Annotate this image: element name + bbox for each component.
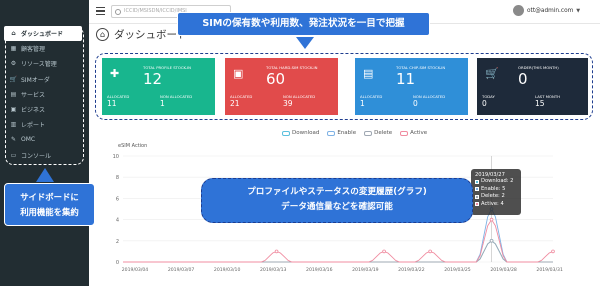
tooltip-row: Delete: 2 <box>475 193 517 201</box>
sidebar-callout-line1: サイドボードに <box>20 192 79 202</box>
page-title: ⌂ ダッシュボード <box>96 27 188 42</box>
x-tick-label: 2019/03/28 <box>490 267 517 273</box>
tooltip-swatch <box>475 187 479 192</box>
sidebar-callout: サイドボードに 利用機能を集約 <box>4 183 95 226</box>
tooltip-row-label: Enable: 5 <box>481 185 506 192</box>
y-tick-label: 8 <box>116 175 119 181</box>
chart-callout-line1: プロファイルやステータスの変更履歴(グラフ) <box>247 187 427 197</box>
tooltip-row-label: Delete: 2 <box>481 193 505 199</box>
series-line-download <box>123 240 553 263</box>
x-tick-label: 2019/03/10 <box>214 267 241 273</box>
sidebar: ⌂ ダッシュボード ▦ 顧客管理 ⚙ リソース管理 🛒 SIMオーダ ▤ サービス ▣ ビジネス ▥ レポ… <box>0 0 89 286</box>
y-tick-label: 2 <box>116 239 119 245</box>
tooltip-row: Enable: 5 <box>475 186 517 194</box>
data-point-active <box>489 217 494 222</box>
hamburger-menu-icon[interactable] <box>96 7 105 15</box>
tooltip-row-label: Active: 4 <box>481 200 504 207</box>
sidebar-highlight-frame <box>5 27 84 165</box>
legend-swatch <box>400 130 409 136</box>
side-callout-arrow <box>36 168 54 182</box>
chart-callout-line2: データ通信量などを確認可能 <box>281 202 393 212</box>
search-icon <box>115 9 121 15</box>
x-tick-label: 2019/03/25 <box>444 267 471 273</box>
avatar <box>513 5 524 16</box>
tooltip-swatch <box>475 179 479 184</box>
cards-callout-arrow <box>296 37 314 49</box>
x-tick-label: 2019/03/22 <box>398 267 425 273</box>
y-tick-label: 10 <box>113 154 119 160</box>
legend-item-3[interactable]: Active <box>400 130 427 136</box>
data-point-active <box>551 249 555 254</box>
cards-highlight-frame <box>95 53 593 120</box>
y-tick-label: 4 <box>116 218 119 224</box>
chart-tooltip: 2019/03/27 Download: 2 Enable: 5 Delete: 2… <box>471 169 521 215</box>
legend-item-1[interactable]: Enable <box>327 130 356 136</box>
legend-item-2[interactable]: Delete <box>364 130 392 136</box>
legend-label: Delete <box>374 130 393 136</box>
data-point-delete <box>489 239 494 243</box>
legend-swatch <box>327 130 336 136</box>
dashboard-screen: ⌂ ダッシュボード ▦ 顧客管理 ⚙ リソース管理 🛒 SIMオーダ ▤ サービス ▣ ビジネス ▥ レポ… <box>0 0 600 286</box>
data-point-active <box>428 249 432 254</box>
data-point-active <box>382 249 386 254</box>
user-menu[interactable]: ott@admin.com ▼ <box>513 5 580 16</box>
tooltip-row-label: Download: 2 <box>481 178 514 184</box>
y-tick-label: 6 <box>116 196 119 202</box>
cards-callout: SIMの保有数や利用数、発注状況を一目で把握 <box>177 12 430 36</box>
chevron-down-icon: ▼ <box>576 7 581 14</box>
legend-swatch <box>364 130 373 136</box>
tooltip-swatch <box>475 194 479 199</box>
data-point-active <box>274 249 279 254</box>
x-tick-label: 2019/03/31 <box>536 267 563 273</box>
tooltip-row: Download: 2 <box>475 178 517 186</box>
legend-label: Enable <box>337 130 357 136</box>
chart-legend: Download Enable Delete Active <box>282 130 435 136</box>
chart-callout: プロファイルやステータスの変更履歴(グラフ) データ通信量などを確認可能 <box>201 178 473 223</box>
x-tick-label: 2019/03/07 <box>168 267 195 273</box>
tooltip-row: Active: 4 <box>475 201 517 209</box>
x-tick-label: 2019/03/19 <box>352 267 379 273</box>
tooltip-swatch <box>475 202 479 207</box>
sidebar-callout-line2: 利用機能を集約 <box>20 207 79 217</box>
legend-swatch <box>282 130 290 136</box>
x-tick-label: 2019/03/13 <box>260 267 287 273</box>
y-tick-label: 0 <box>116 260 119 266</box>
legend-label: Download <box>292 130 320 136</box>
legend-label: Active <box>410 130 428 136</box>
x-tick-label: 2019/03/16 <box>306 267 333 273</box>
legend-item-0[interactable]: Download <box>282 130 319 136</box>
user-email: ott@admin.com <box>527 7 574 14</box>
series-line-delete <box>123 240 553 263</box>
x-tick-label: 2019/03/04 <box>122 267 149 273</box>
home-icon: ⌂ <box>96 28 109 41</box>
